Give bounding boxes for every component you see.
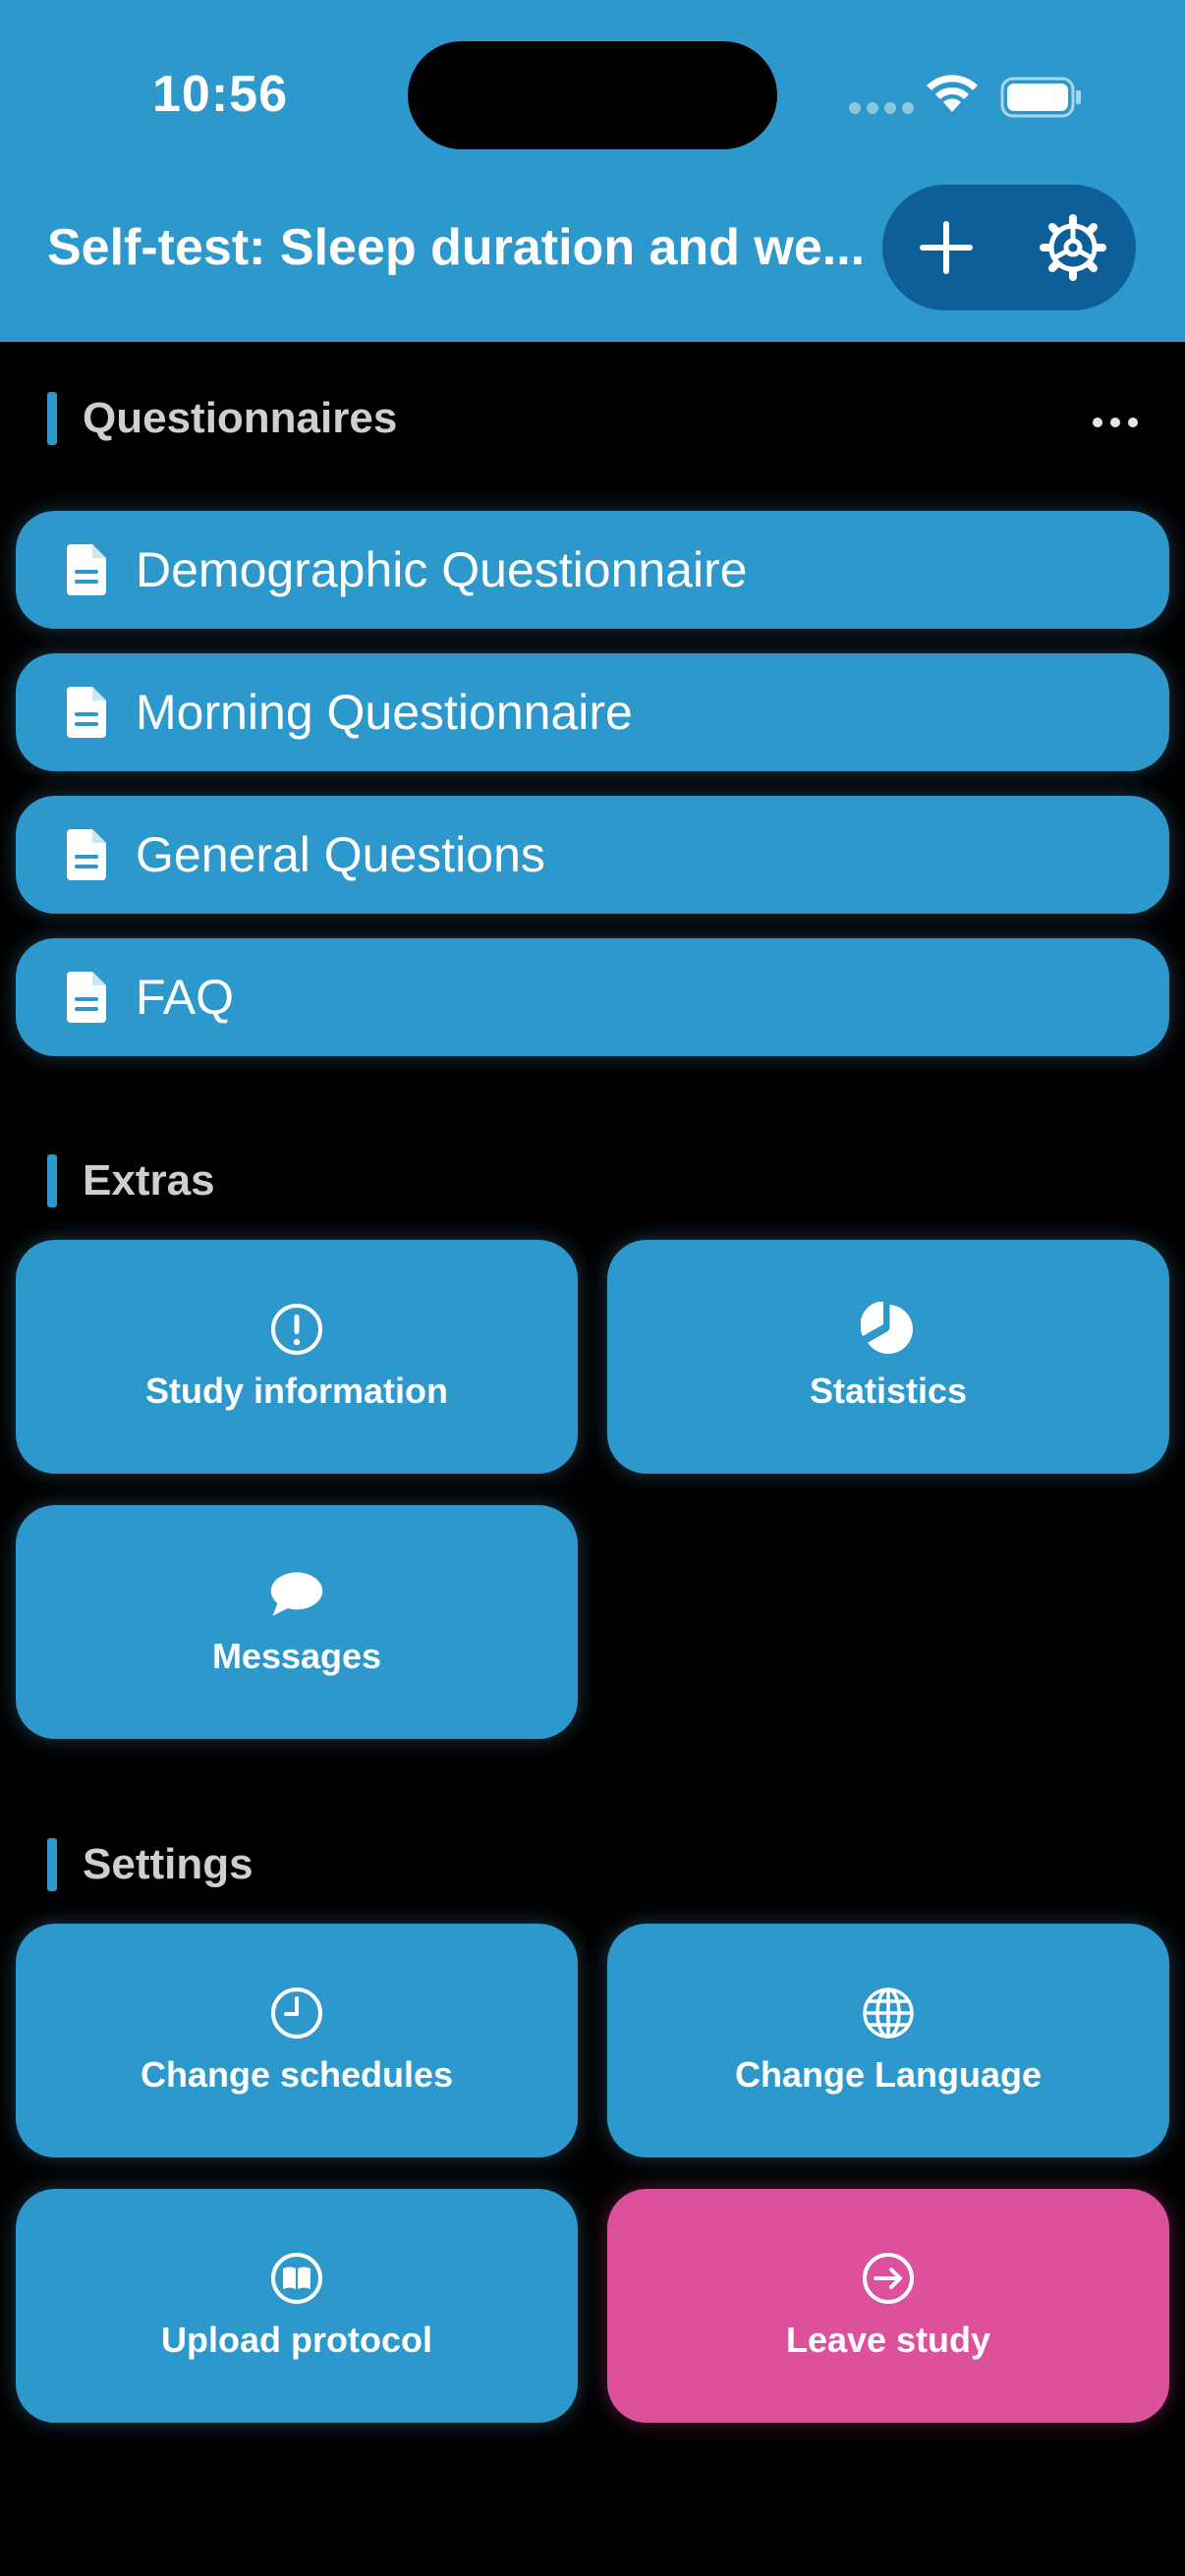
extras-section-header: Extras [47, 1153, 215, 1208]
header-actions [882, 185, 1136, 310]
statistics-button[interactable]: Statistics [607, 1240, 1169, 1474]
info-circle-icon [269, 1302, 324, 1357]
status-time: 10:56 [152, 66, 288, 123]
study-information-button[interactable]: Study information [16, 1240, 578, 1474]
dynamic-island [408, 41, 777, 149]
questionnaire-label: FAQ [136, 970, 235, 1025]
settings-button[interactable] [1024, 198, 1122, 297]
tile-label: Leave study [785, 2320, 991, 2360]
gear-icon [1039, 214, 1106, 281]
add-button[interactable] [897, 198, 995, 297]
questionnaire-label: Morning Questionnaire [136, 685, 633, 740]
document-icon [65, 685, 108, 740]
app-screen: 10:56 Self-test: Sleep duration and we..… [0, 0, 1185, 2576]
settings-section-header: Settings [47, 1837, 254, 1892]
document-icon [65, 542, 108, 597]
tile-label: Study information [145, 1371, 448, 1411]
tile-label: Change Language [734, 2054, 1043, 2095]
tile-label: Change schedules [140, 2054, 454, 2095]
leave-study-button[interactable]: Leave study [607, 2189, 1169, 2423]
header: 10:56 Self-test: Sleep duration and we..… [0, 0, 1185, 342]
section-accent-bar [47, 1154, 57, 1207]
section-title: Questionnaires [83, 394, 398, 442]
more-options-button[interactable] [1081, 403, 1150, 442]
questionnaires-section-header: Questionnaires [47, 391, 397, 446]
messages-button[interactable]: Messages [16, 1505, 578, 1739]
questionnaire-item-general[interactable]: General Questions [16, 796, 1169, 914]
section-accent-bar [47, 392, 57, 445]
section-title: Settings [83, 1840, 254, 1888]
pie-chart-icon [861, 1302, 916, 1357]
tile-label: Statistics [809, 1371, 968, 1411]
change-language-button[interactable]: Change Language [607, 1924, 1169, 2157]
change-schedules-button[interactable]: Change schedules [16, 1924, 578, 2157]
wifi-icon [927, 75, 978, 112]
cellular-signal-icon [849, 102, 914, 114]
questionnaire-item-demographic[interactable]: Demographic Questionnaire [16, 511, 1169, 629]
battery-icon [1000, 77, 1081, 118]
exit-arrow-icon [861, 2251, 916, 2306]
questionnaire-label: General Questions [136, 827, 545, 882]
questionnaire-item-morning[interactable]: Morning Questionnaire [16, 653, 1169, 771]
document-icon [65, 970, 108, 1025]
chat-bubble-icon [269, 1567, 324, 1622]
questionnaire-label: Demographic Questionnaire [136, 542, 748, 597]
globe-icon [861, 1986, 916, 2041]
upload-protocol-button[interactable]: Upload protocol [16, 2189, 578, 2423]
plus-icon [919, 221, 973, 274]
tile-label: Messages [211, 1636, 382, 1676]
questionnaire-item-faq[interactable]: FAQ [16, 938, 1169, 1056]
document-icon [65, 827, 108, 882]
section-accent-bar [47, 1838, 57, 1891]
book-icon [269, 2251, 324, 2306]
tile-label: Upload protocol [161, 2320, 432, 2360]
clock-icon [269, 1986, 324, 2041]
section-title: Extras [83, 1156, 215, 1204]
page-title: Self-test: Sleep duration and we... [47, 219, 866, 276]
